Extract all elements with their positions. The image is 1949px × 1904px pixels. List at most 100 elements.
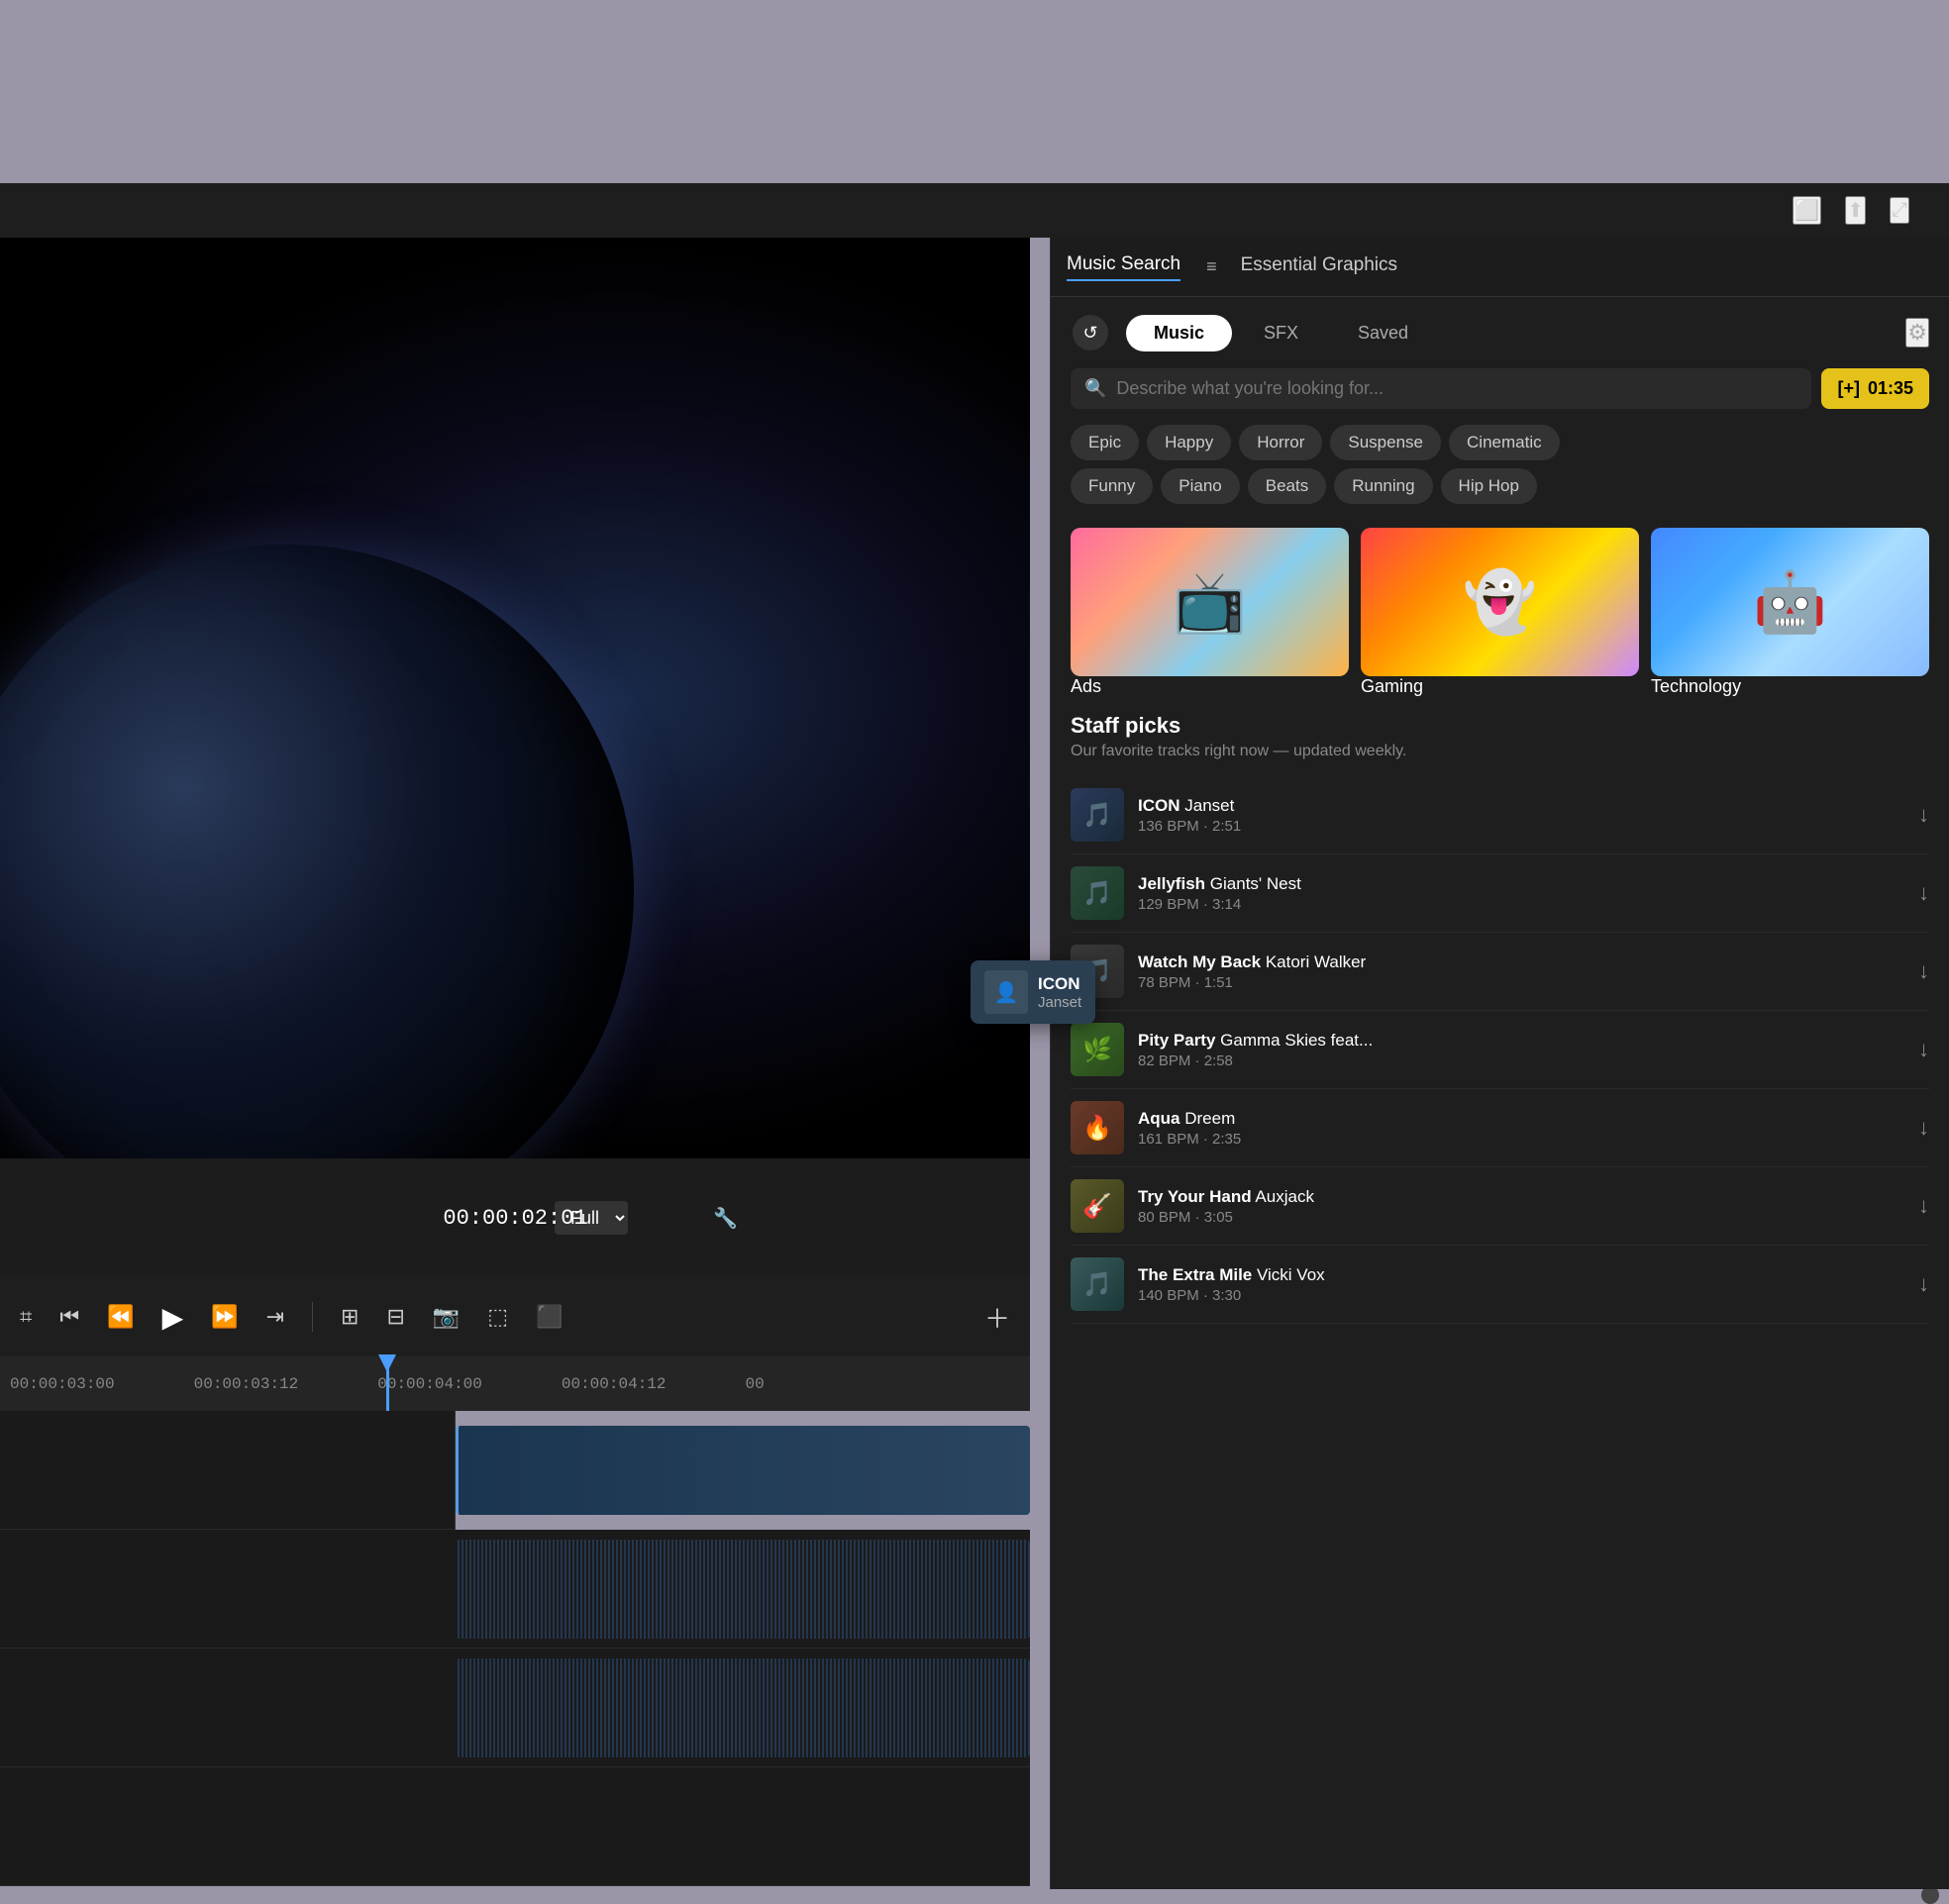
tag-beats[interactable]: Beats [1248, 468, 1326, 504]
tab-music-search[interactable]: Music Search [1067, 253, 1180, 281]
step-back-button[interactable]: ⏪ [107, 1304, 134, 1330]
ruler-mark-4: 00 [746, 1375, 765, 1393]
track-meta-6: 140 BPM · 3:30 [1138, 1287, 1904, 1304]
waveform-row-3 [0, 1767, 1030, 1886]
hover-card-info: ICON Janset [1038, 974, 1081, 1011]
settings-button[interactable]: ⚙ [1905, 318, 1929, 348]
download-icon-0[interactable]: ↓ [1918, 802, 1929, 828]
ads-image [1071, 528, 1349, 676]
grid-button[interactable]: ⊟ [386, 1304, 404, 1330]
waveform-1 [456, 1540, 1030, 1639]
tab-sfx[interactable]: SFX [1236, 315, 1326, 351]
tag-hiphop[interactable]: Hip Hop [1441, 468, 1537, 504]
tag-running[interactable]: Running [1334, 468, 1432, 504]
tag-suspense[interactable]: Suspense [1330, 425, 1441, 460]
overwrite-button[interactable]: ⬛ [536, 1304, 563, 1330]
staff-picks-title: Staff picks [1071, 713, 1929, 739]
download-icon-3[interactable]: ↓ [1918, 1037, 1929, 1062]
ruler-mark-2: 00:00:04:00 [377, 1375, 482, 1393]
track-header-video [0, 1411, 455, 1530]
gaming-image [1361, 528, 1639, 676]
tag-cinematic[interactable]: Cinematic [1449, 425, 1560, 460]
panel-logo: ↺ [1071, 313, 1110, 352]
track-meta-5: 80 BPM · 3:05 [1138, 1209, 1904, 1226]
track-info-2: Watch My Back Katori Walker 78 BPM · 1:5… [1138, 952, 1904, 991]
mark-in-button[interactable]: ⌗ [20, 1304, 32, 1330]
ripple-button[interactable]: ⇥ [266, 1304, 284, 1330]
share-button[interactable]: ⬆ [1845, 196, 1866, 225]
waveform-area [0, 1530, 1030, 1886]
camera-button[interactable]: 📷 [433, 1304, 460, 1330]
staff-picks-subtitle: Our favorite tracks right now — updated … [1071, 743, 1929, 760]
tag-epic[interactable]: Epic [1071, 425, 1139, 460]
category-technology[interactable]: Technology [1651, 528, 1929, 697]
staff-picks-section: Staff picks Our favorite tracks right no… [1051, 713, 1949, 1324]
track-title-0: ICON Janset [1138, 796, 1904, 816]
track-info-4: Aqua Dreem 161 BPM · 2:35 [1138, 1109, 1904, 1148]
track-title-5: Try Your Hand Auxjack [1138, 1187, 1904, 1207]
download-icon-5[interactable]: ↓ [1918, 1193, 1929, 1219]
logo-icon: ↺ [1073, 315, 1108, 351]
fullscreen-button[interactable]: ⤢ [1890, 197, 1909, 224]
hover-card-artist: Janset [1038, 994, 1081, 1011]
download-icon-4[interactable]: ↓ [1918, 1115, 1929, 1141]
timecode-badge-icon: [+] [1837, 378, 1860, 399]
track-item-4[interactable]: 🔥 Aqua Dreem 161 BPM · 2:35 ↓ [1071, 1089, 1929, 1167]
rewind-button[interactable]: ⏮ [59, 1304, 79, 1330]
track-title-4: Aqua Dreem [1138, 1109, 1904, 1129]
hover-card-thumb: 👤 [984, 970, 1028, 1014]
download-icon-6[interactable]: ↓ [1918, 1271, 1929, 1297]
music-panel: Music Search ≡ Essential Graphics ↺ Musi… [1050, 238, 1949, 1889]
track-thumb-0: 🎵 [1071, 788, 1124, 842]
timecode-badge-value: 01:35 [1868, 378, 1913, 399]
add-track-button[interactable]: ＋ [984, 1299, 1010, 1336]
tech-label: Technology [1651, 676, 1929, 697]
insert-button[interactable]: ⬚ [487, 1304, 508, 1330]
track-meta-0: 136 BPM · 2:51 [1138, 818, 1904, 835]
video-clip[interactable] [456, 1426, 1030, 1515]
timecode-match-button[interactable]: [+] 01:35 [1821, 368, 1929, 409]
video-preview [0, 238, 1030, 1158]
snap-button[interactable]: ⊞ [341, 1304, 359, 1330]
search-bar: 🔍 [+] 01:35 [1071, 368, 1929, 409]
search-input[interactable] [1116, 378, 1797, 399]
track-item-6[interactable]: 🎵 The Extra Mile Vicki Vox 140 BPM · 3:3… [1071, 1246, 1929, 1324]
ruler-mark-1: 00:00:03:12 [194, 1375, 299, 1393]
track-title-3: Pity Party Gamma Skies feat... [1138, 1031, 1904, 1051]
tab-essential-graphics[interactable]: Essential Graphics [1241, 254, 1397, 280]
track-item-5[interactable]: 🎸 Try Your Hand Auxjack 80 BPM · 3:05 ↓ [1071, 1167, 1929, 1246]
track-item-3[interactable]: 🌿 Pity Party Gamma Skies feat... 82 BPM … [1071, 1011, 1929, 1089]
tab-saved[interactable]: Saved [1330, 315, 1436, 351]
waveform-2 [456, 1658, 1030, 1757]
top-bar: dited ⬜ ⬆ ⤢ [0, 183, 1949, 238]
search-icon: 🔍 [1084, 378, 1106, 399]
track-item-0[interactable]: 🎵 ICON Janset 136 BPM · 2:51 ↓ [1071, 776, 1929, 854]
track-thumb-3: 🌿 [1071, 1023, 1124, 1076]
tag-happy[interactable]: Happy [1147, 425, 1231, 460]
track-info-3: Pity Party Gamma Skies feat... 82 BPM · … [1138, 1031, 1904, 1069]
ads-label: Ads [1071, 676, 1349, 697]
download-icon-1[interactable]: ↓ [1918, 880, 1929, 906]
music-tabs: Music SFX Saved [1126, 315, 1890, 351]
panel-toggle-button[interactable]: ⬜ [1793, 196, 1821, 225]
tag-funny[interactable]: Funny [1071, 468, 1153, 504]
category-gaming[interactable]: Gaming [1361, 528, 1639, 697]
step-forward-button[interactable]: ⏩ [211, 1304, 238, 1330]
track-item-2[interactable]: 🎵 Watch My Back Katori Walker 78 BPM · 1… [1071, 933, 1929, 1011]
track-thumb-1: 🎵 [1071, 866, 1124, 920]
track-item-1[interactable]: 🎵 Jellyfish Giants' Nest 129 BPM · 3:14 … [1071, 854, 1929, 933]
tag-horror[interactable]: Horror [1239, 425, 1322, 460]
divider [312, 1302, 313, 1332]
tab-music[interactable]: Music [1126, 315, 1232, 351]
track-title-2: Watch My Back Katori Walker [1138, 952, 1904, 972]
transport-bar: ⌗ ⏮ ⏪ ▶ ⏩ ⇥ ⊞ ⊟ 📷 ⬚ ⬛ ＋ [0, 1277, 1030, 1356]
settings-wrench-icon[interactable]: 🔧 [713, 1206, 738, 1231]
track-title-1: Jellyfish Giants' Nest [1138, 874, 1904, 894]
play-button[interactable]: ▶ [162, 1301, 184, 1334]
track-meta-3: 82 BPM · 2:58 [1138, 1052, 1904, 1069]
tag-piano[interactable]: Piano [1161, 468, 1239, 504]
download-icon-2[interactable]: ↓ [1918, 958, 1929, 984]
panel-menu-icon[interactable]: ≡ [1206, 256, 1217, 277]
track-info-5: Try Your Hand Auxjack 80 BPM · 3:05 [1138, 1187, 1904, 1226]
category-ads[interactable]: Ads [1071, 528, 1349, 697]
